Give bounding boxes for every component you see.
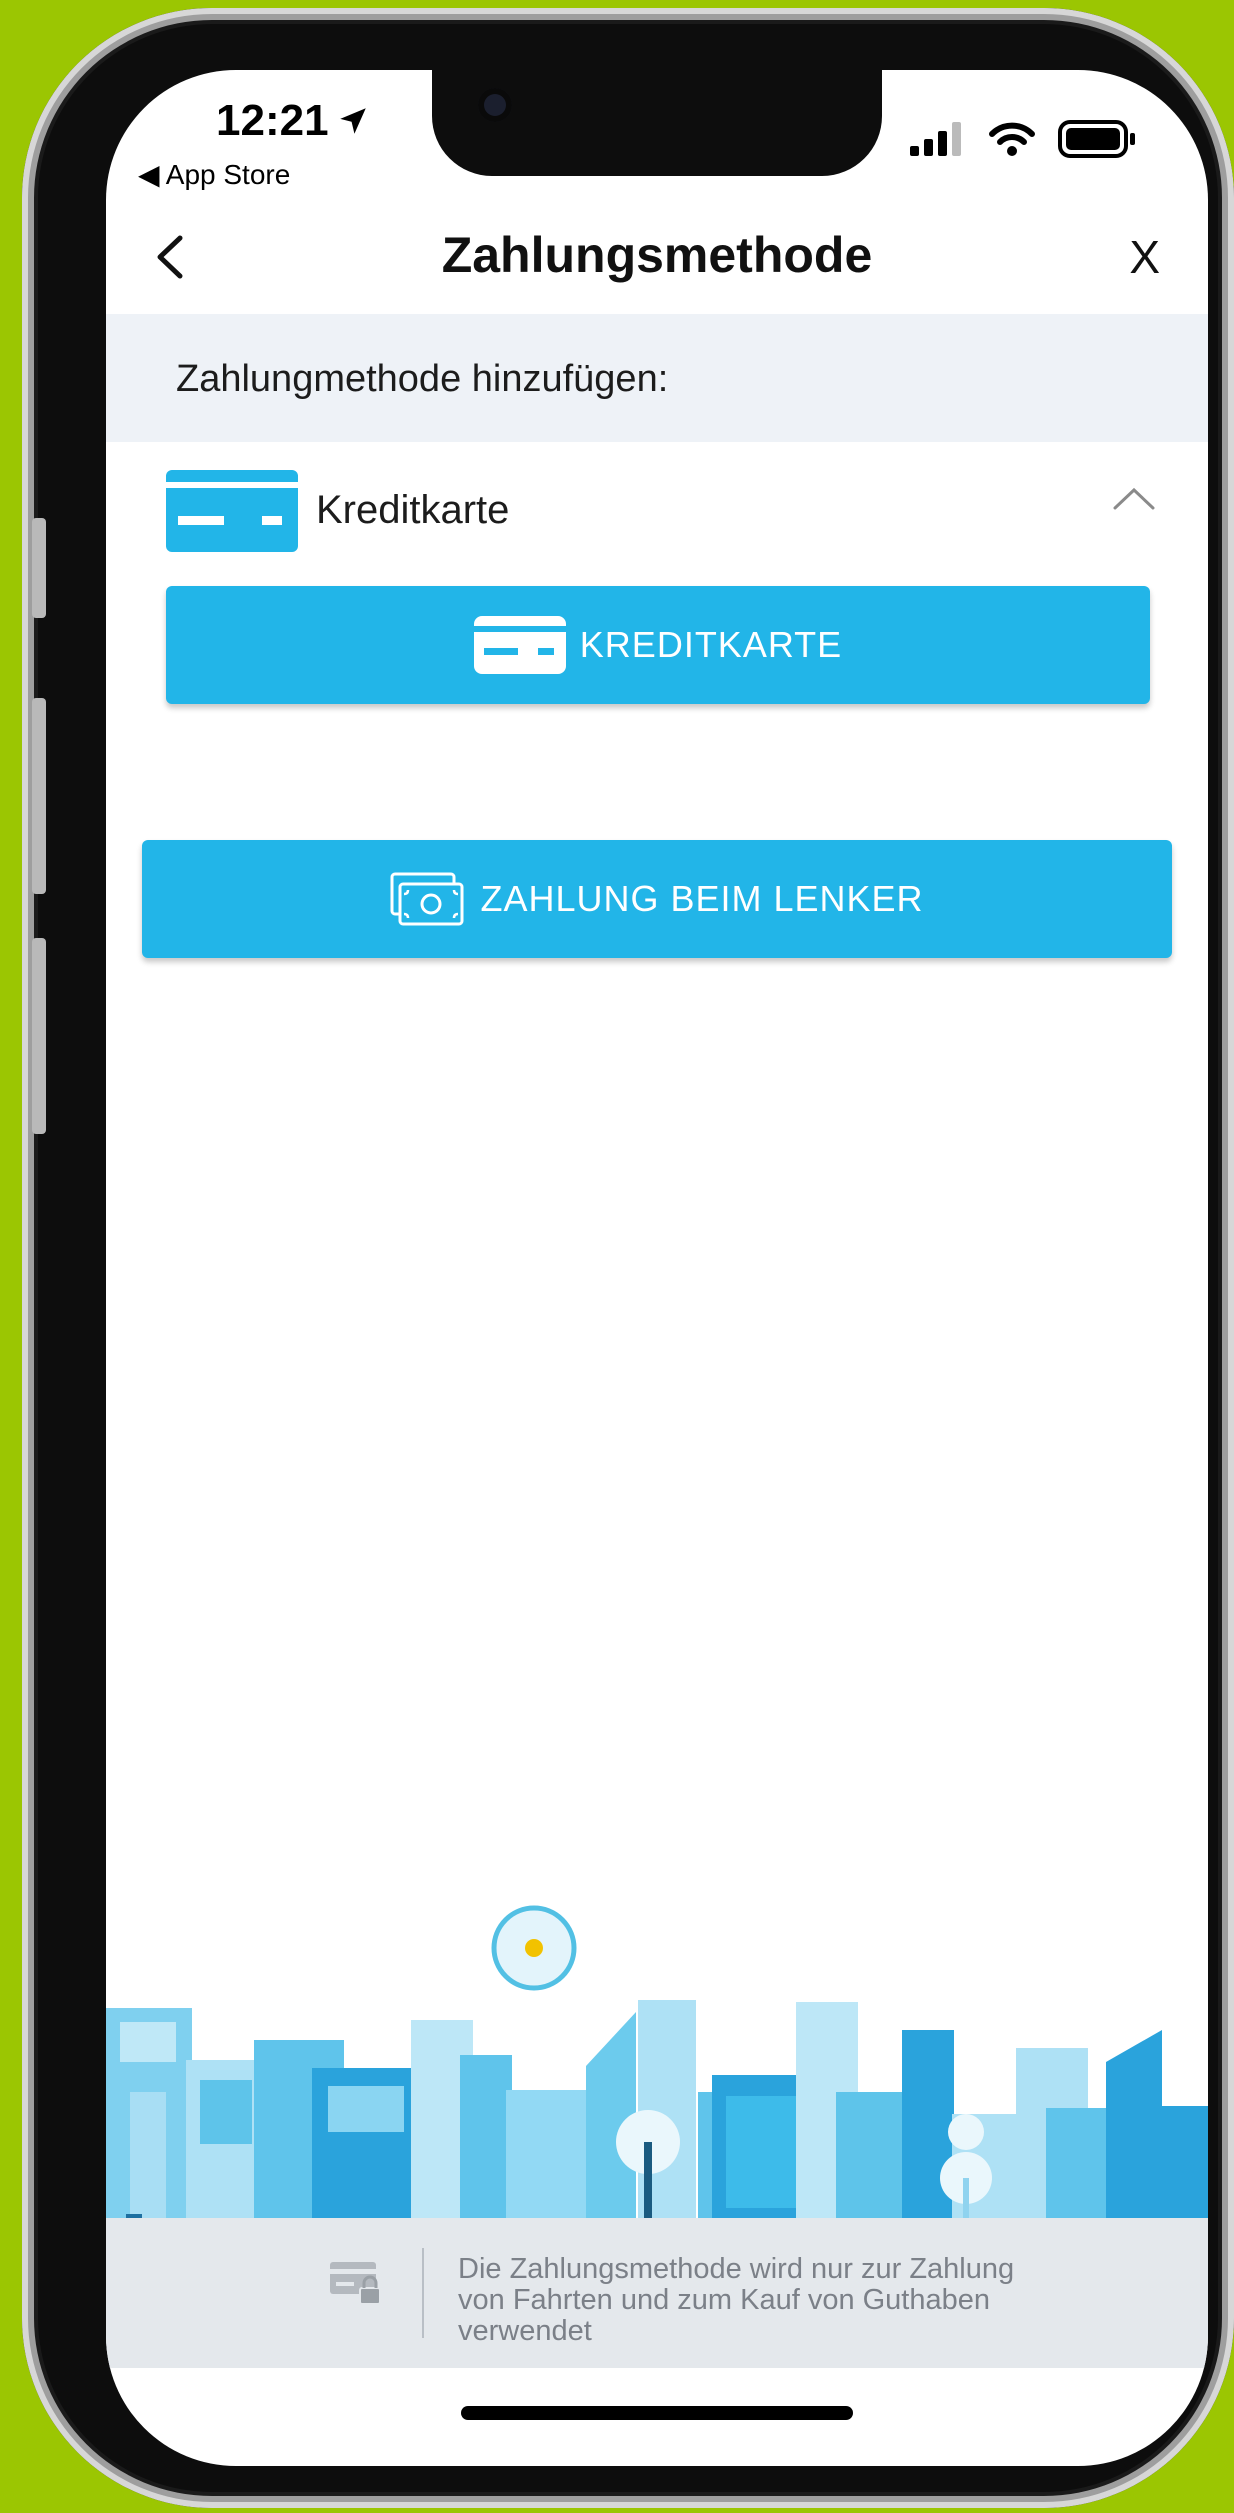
credit-card-method-row[interactable]: Kreditkarte: [166, 470, 1156, 560]
mute-switch: [32, 518, 46, 618]
add-payment-method-header: Zahlungmethode hinzufügen:: [106, 314, 1208, 442]
status-time: 12:21: [216, 96, 329, 145]
card-lock-icon: [330, 2262, 381, 2305]
location-arrow-icon: [340, 108, 366, 134]
battery-icon: [1058, 120, 1135, 158]
app-screen: 12:21 ◀ App Store Zahlungsmethode X Zahl…: [106, 70, 1208, 2466]
footer-divider: [422, 2248, 424, 2338]
pay-driver-cash-button[interactable]: ZAHLUNG BEIM LENKER: [142, 840, 1172, 958]
back-to-app-store-link[interactable]: ◀ App Store: [138, 158, 290, 191]
pay-driver-cash-button-label: ZAHLUNG BEIM LENKER: [480, 878, 924, 919]
add-credit-card-button[interactable]: KREDITKARTE: [166, 586, 1150, 704]
chevron-up-icon[interactable]: [1112, 484, 1156, 514]
cellular-signal-icon: [910, 122, 961, 156]
info-footer: Die Zahlungsmethode wird nur zur Zahlung…: [106, 2218, 1208, 2368]
notch: [432, 70, 882, 176]
city-skyline-illustration: [106, 1905, 1208, 2280]
front-camera: [478, 88, 512, 122]
status-indicators: [910, 120, 1138, 158]
section-heading: Zahlungmethode hinzufügen:: [176, 358, 669, 400]
add-credit-card-button-label: KREDITKARTE: [579, 624, 843, 665]
cash-icon: [390, 872, 464, 926]
footer-note: Die Zahlungsmethode wird nur zur Zahlung…: [458, 2253, 1015, 2347]
volume-down-button: [32, 938, 46, 1134]
top-nav-bar: Zahlungsmethode X: [106, 200, 1208, 314]
credit-card-label: Kreditkarte: [316, 488, 510, 532]
credit-card-icon: [473, 616, 566, 674]
wifi-icon: [989, 122, 1035, 156]
volume-up-button: [32, 698, 46, 894]
phone-frame: 12:21 ◀ App Store Zahlungsmethode X Zahl…: [22, 8, 1234, 2508]
page-title: Zahlungsmethode: [441, 227, 873, 283]
close-button[interactable]: X: [1129, 230, 1160, 284]
credit-card-icon: [166, 470, 298, 552]
home-indicator[interactable]: [461, 2406, 853, 2420]
